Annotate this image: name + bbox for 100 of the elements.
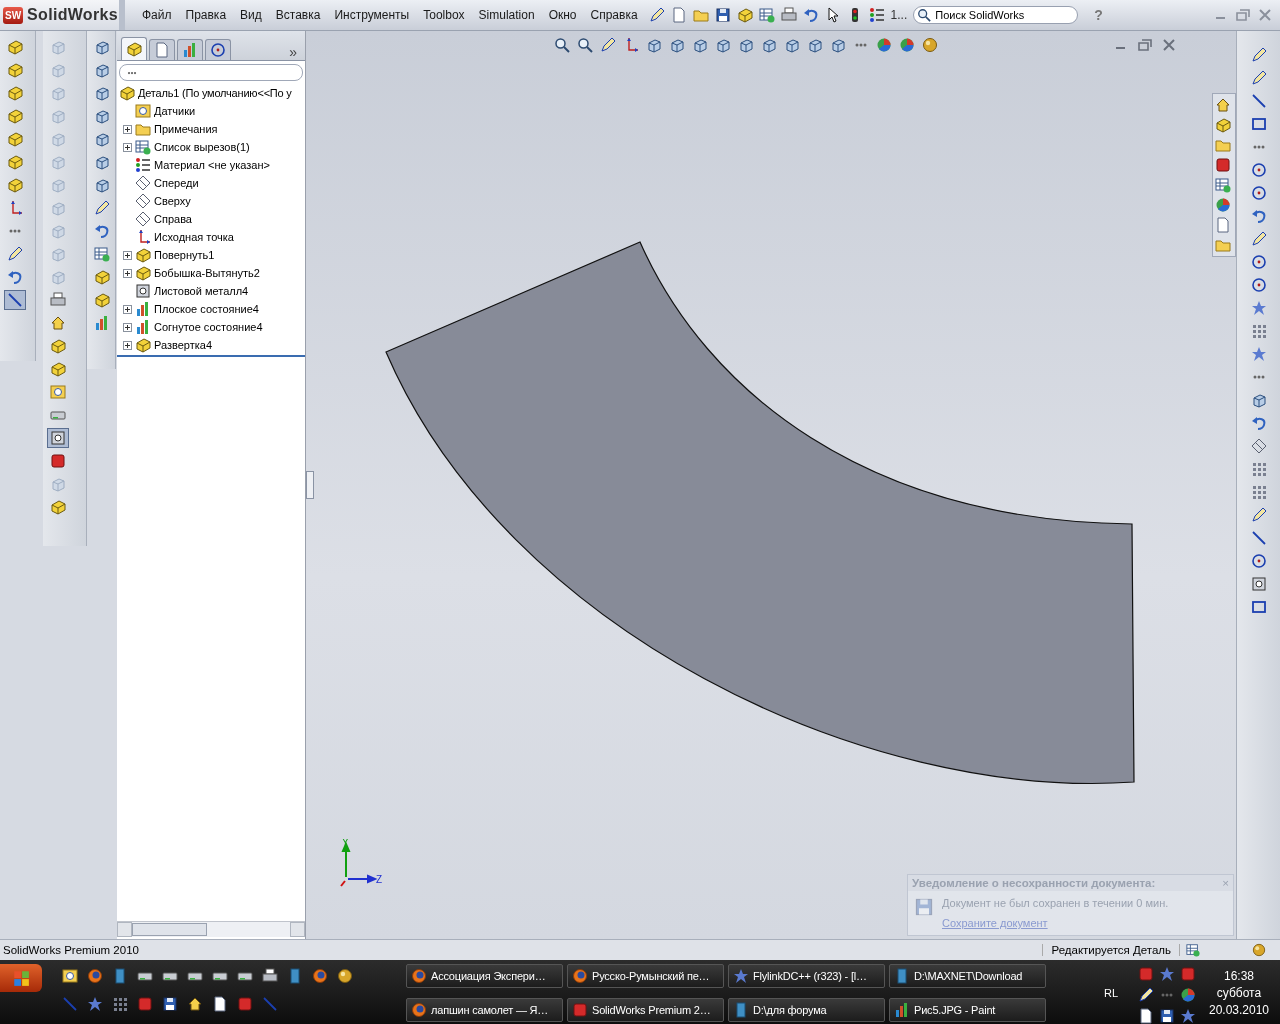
square-icon[interactable] xyxy=(1138,966,1154,982)
panel-tab[interactable] xyxy=(205,39,231,60)
menu-item[interactable]: Инструменты xyxy=(327,8,417,22)
square-icon[interactable] xyxy=(137,996,153,1012)
magnifier-icon[interactable] xyxy=(577,37,593,53)
circle-icon[interactable] xyxy=(1250,277,1267,293)
taskbar-button[interactable]: FlylinkDC++ (r323) - [l… xyxy=(728,964,885,988)
cube-icon[interactable] xyxy=(1250,392,1267,408)
table-icon[interactable] xyxy=(1186,943,1200,957)
grid-icon[interactable] xyxy=(112,996,128,1012)
language-indicator[interactable]: RL xyxy=(1103,987,1138,999)
menu-item[interactable]: Файл xyxy=(135,8,179,22)
expand-icon[interactable] xyxy=(123,304,132,314)
tree-item[interactable]: Развертка4 xyxy=(117,336,305,354)
sheet-icon[interactable] xyxy=(1250,576,1267,592)
expand-icon[interactable] xyxy=(123,142,132,152)
circle-icon[interactable] xyxy=(1250,553,1267,569)
plane-icon[interactable] xyxy=(1250,438,1267,454)
toolbar-button[interactable] xyxy=(47,382,69,402)
taskbar-button[interactable]: лапшин самолет — Я… xyxy=(406,998,563,1022)
document-icon[interactable] xyxy=(1138,1008,1154,1024)
table-icon[interactable] xyxy=(1215,177,1231,193)
pencil-icon[interactable] xyxy=(1250,231,1267,247)
tree-item[interactable]: Список вырезов(1) xyxy=(117,138,305,156)
color-ball-icon[interactable] xyxy=(876,37,892,53)
line-icon[interactable] xyxy=(1250,93,1267,109)
cube-icon[interactable] xyxy=(784,37,800,53)
collapse-handle[interactable] xyxy=(306,471,314,499)
taskbar-button[interactable]: D:\для форума xyxy=(728,998,885,1022)
cube-icon[interactable] xyxy=(715,37,731,53)
horizontal-scrollbar[interactable] xyxy=(117,921,305,937)
panel-tab[interactable] xyxy=(177,39,203,60)
taskbar-button[interactable]: Ассоциация Экспери… xyxy=(406,964,563,988)
pencil-icon[interactable] xyxy=(600,37,616,53)
menu-item[interactable]: Правка xyxy=(178,8,234,22)
tree-item[interactable]: Повернуть1 xyxy=(117,246,305,264)
panel-tab[interactable] xyxy=(121,37,147,60)
clock[interactable]: 16:38 суббота 20.03.2010 xyxy=(1198,960,1280,1024)
circle-icon[interactable] xyxy=(1250,254,1267,270)
block-icon[interactable] xyxy=(1215,117,1231,133)
globe-icon[interactable] xyxy=(312,968,328,984)
expand-icon[interactable] xyxy=(123,124,132,134)
undo-icon[interactable] xyxy=(1250,415,1267,431)
start-button[interactable] xyxy=(0,964,42,992)
house-icon[interactable] xyxy=(1215,97,1231,113)
pencil-icon[interactable] xyxy=(1250,47,1267,63)
menu-item[interactable]: Окно xyxy=(541,8,584,22)
toolbar-button[interactable] xyxy=(47,428,69,448)
menu-item[interactable]: Simulation xyxy=(471,8,542,22)
circle-icon[interactable] xyxy=(1250,162,1267,178)
rectangle-icon[interactable] xyxy=(1250,599,1267,615)
color-ball-icon[interactable] xyxy=(899,37,915,53)
expand-icon[interactable] xyxy=(123,268,132,278)
grid-icon[interactable] xyxy=(1250,461,1267,477)
tree-item[interactable]: Материал <не указан> xyxy=(117,156,305,174)
star-icon[interactable] xyxy=(1180,1008,1196,1024)
expand-icon[interactable] xyxy=(123,250,132,260)
star-icon[interactable] xyxy=(1250,300,1267,316)
toolbar-button[interactable] xyxy=(4,290,26,310)
magnifier-icon[interactable] xyxy=(554,37,570,53)
printer-icon[interactable] xyxy=(262,968,278,984)
list-icon[interactable] xyxy=(868,7,885,23)
tree-item[interactable]: Плоское состояние4 xyxy=(117,300,305,318)
cube-icon[interactable] xyxy=(646,37,662,53)
tree-item[interactable]: Сверху xyxy=(117,192,305,210)
cube-icon[interactable] xyxy=(692,37,708,53)
close-icon[interactable] xyxy=(1162,39,1176,51)
color-ball-icon[interactable] xyxy=(1215,197,1231,213)
menu-item[interactable]: Вставка xyxy=(268,8,328,22)
sphere-icon[interactable] xyxy=(337,968,353,984)
menu-item[interactable]: Toolbox xyxy=(416,8,472,22)
cube-icon[interactable] xyxy=(807,37,823,53)
house-icon[interactable] xyxy=(187,996,203,1012)
undo-icon[interactable] xyxy=(1250,208,1267,224)
pencil-icon[interactable] xyxy=(1138,987,1154,1003)
undo-icon[interactable] xyxy=(802,7,819,23)
more-button[interactable]: 1... xyxy=(890,8,908,22)
cube-icon[interactable] xyxy=(738,37,754,53)
color-ball-icon[interactable] xyxy=(1180,987,1196,1003)
star-icon[interactable] xyxy=(1250,346,1267,362)
square-icon[interactable] xyxy=(237,996,253,1012)
tree-item[interactable]: Согнутое состояние4 xyxy=(117,318,305,336)
cube-icon[interactable] xyxy=(761,37,777,53)
filter-field[interactable] xyxy=(119,64,303,81)
cube-icon[interactable] xyxy=(830,37,846,53)
sheet-metal-part[interactable] xyxy=(385,241,1135,784)
taskbar-button[interactable]: D:\MAXNET\Download xyxy=(889,964,1046,988)
rectangle-icon[interactable] xyxy=(1250,116,1267,132)
menu-item[interactable]: Вид xyxy=(233,8,269,22)
tree-item[interactable]: Бобышка-Вытянуть2 xyxy=(117,264,305,282)
line-icon[interactable] xyxy=(1250,530,1267,546)
panel-tab[interactable] xyxy=(149,39,175,60)
more-button[interactable]: » xyxy=(289,44,297,60)
taskbar-button[interactable]: Рис5.JPG - Paint xyxy=(889,998,1046,1022)
restore-icon[interactable] xyxy=(1138,39,1152,51)
star-icon[interactable] xyxy=(1159,966,1175,982)
square-icon[interactable] xyxy=(1180,966,1196,982)
block-icon[interactable] xyxy=(736,7,753,23)
circle-icon[interactable] xyxy=(1250,185,1267,201)
tree-item[interactable]: Примечания xyxy=(117,120,305,138)
